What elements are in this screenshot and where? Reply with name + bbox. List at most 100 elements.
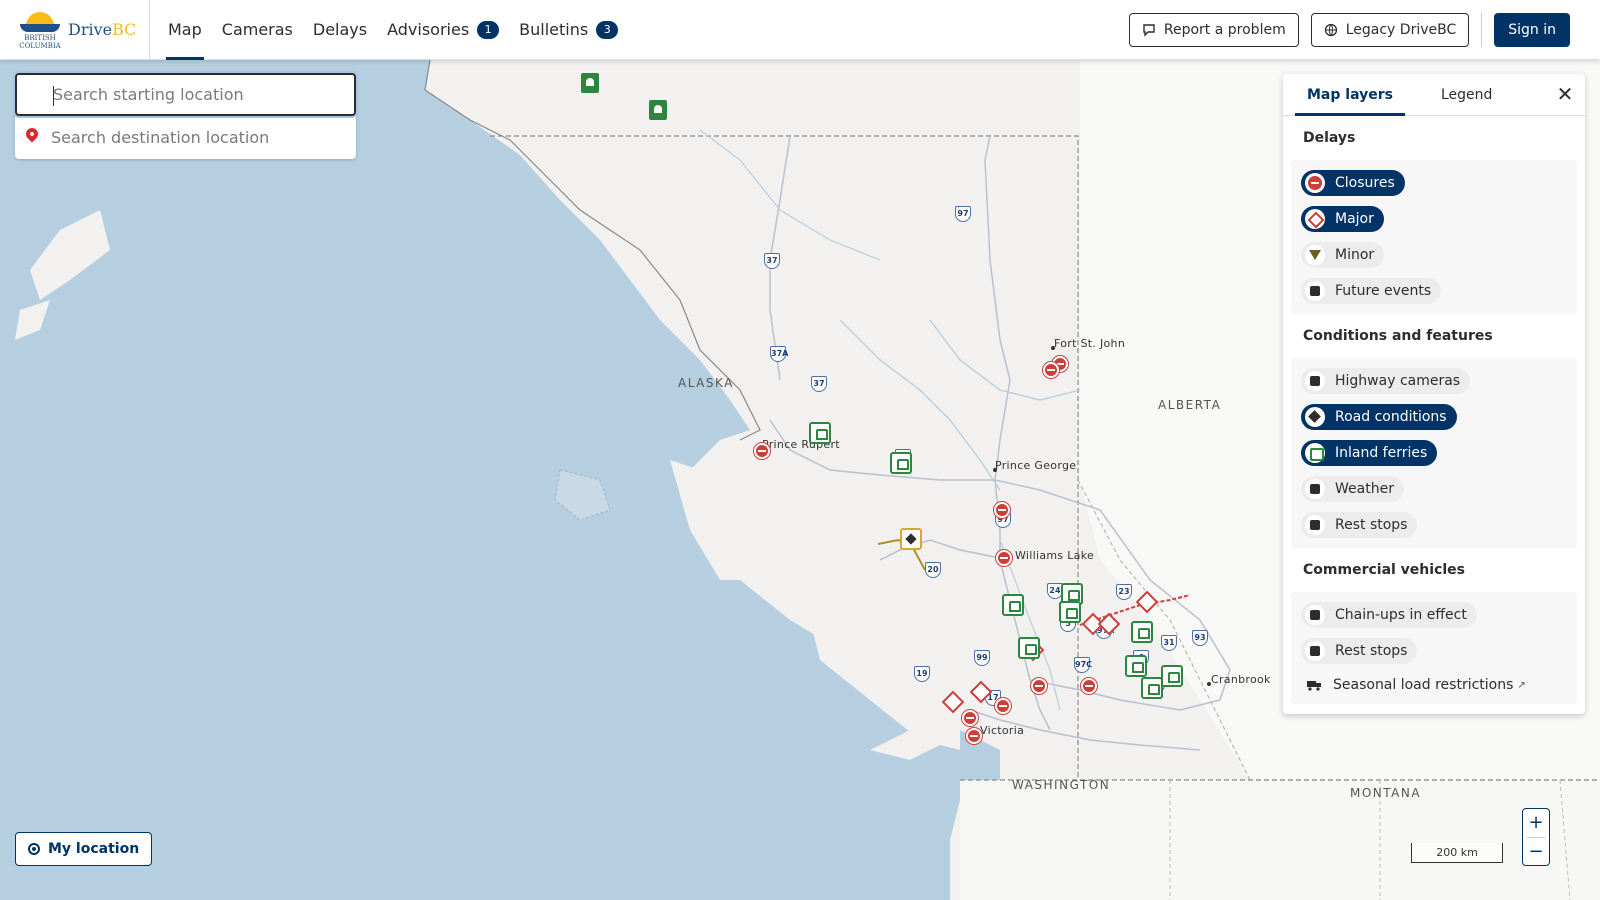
section-title-commercial: Commercial vehicles xyxy=(1303,562,1465,578)
weather-icon xyxy=(1305,479,1325,499)
layer-toggle-highway-cameras[interactable]: Highway cameras xyxy=(1301,368,1471,394)
advisories-count-badge: 1 xyxy=(477,20,500,39)
globe-icon xyxy=(1324,23,1337,36)
place-label-prince-george: Prince George xyxy=(995,459,1077,472)
tab-map-layers[interactable]: Map layers xyxy=(1295,87,1405,116)
map-scale-bar: 200 km xyxy=(1411,843,1503,863)
highway-shield: 37 xyxy=(764,253,780,269)
layer-toggle-closures[interactable]: Closures xyxy=(1301,170,1405,196)
closure-marker[interactable] xyxy=(966,728,982,744)
region-label-alberta: ALBERTA xyxy=(1158,398,1222,412)
closure-marker[interactable] xyxy=(1043,362,1059,378)
highway-shield: 97C xyxy=(1074,657,1092,673)
map-layers-panel: Map layers Legend ✕ Delays Closures Majo… xyxy=(1283,74,1585,714)
closure-marker[interactable] xyxy=(994,502,1010,518)
legacy-drivebc-button[interactable]: Legacy DriveBC xyxy=(1310,12,1470,47)
road-condition-marker[interactable] xyxy=(900,528,922,550)
report-problem-button[interactable]: Report a problem xyxy=(1128,12,1299,47)
bc-government-logo: BRITISH COLUMBIA xyxy=(16,10,64,50)
speech-bubble-icon xyxy=(1143,23,1155,37)
highway-shield: 20 xyxy=(925,562,941,578)
layer-toggle-road-conditions[interactable]: Road conditions xyxy=(1301,404,1457,430)
highway-shield: 37 xyxy=(811,376,827,392)
inland-ferry-marker[interactable] xyxy=(1059,601,1081,623)
external-link-icon: ↗ xyxy=(1517,679,1526,691)
seasonal-load-restrictions-link[interactable]: Seasonal load restrictions ↗ xyxy=(1301,670,1567,700)
route-search: Search starting location Search destinat… xyxy=(15,73,356,159)
top-header: BRITISH COLUMBIA DriveBC Map Cameras Dela… xyxy=(0,0,1600,60)
highway-shield: 93 xyxy=(1192,630,1208,646)
closure-icon xyxy=(1305,173,1325,193)
rest-stop-marker[interactable] xyxy=(649,100,667,120)
highway-shield: 99 xyxy=(974,650,990,666)
layer-toggle-rest-stops[interactable]: Rest stops xyxy=(1301,512,1418,538)
closure-marker[interactable] xyxy=(962,710,978,726)
layer-toggle-future-events[interactable]: Future events xyxy=(1301,278,1442,304)
closure-marker[interactable] xyxy=(754,443,770,459)
place-label-williams-lake: Williams Lake xyxy=(1015,549,1095,562)
nav-cameras[interactable]: Cameras xyxy=(212,0,303,60)
ferry-icon xyxy=(1305,443,1325,463)
inland-ferry-marker[interactable] xyxy=(890,452,912,474)
zoom-out-button[interactable]: − xyxy=(1523,838,1549,866)
panel-tabs: Map layers Legend ✕ xyxy=(1283,74,1585,116)
highway-shield: 19 xyxy=(914,666,930,682)
closure-marker[interactable] xyxy=(995,698,1011,714)
main-nav: Map Cameras Delays Advisories 1 Bulletins… xyxy=(158,0,628,60)
truck-icon xyxy=(1307,681,1321,691)
zoom-in-button[interactable]: + xyxy=(1523,809,1549,837)
inland-ferry-marker[interactable] xyxy=(1125,655,1147,677)
close-icon[interactable]: ✕ xyxy=(1555,84,1575,104)
inland-ferry-marker[interactable] xyxy=(809,422,831,444)
drivebc-logo[interactable]: BRITISH COLUMBIA DriveBC xyxy=(0,0,150,60)
inland-ferry-marker[interactable] xyxy=(1131,621,1153,643)
tab-legend[interactable]: Legend xyxy=(1429,87,1504,115)
sign-in-button[interactable]: Sign in xyxy=(1494,12,1570,47)
layer-toggle-minor[interactable]: Minor xyxy=(1301,242,1385,268)
truck-rest-icon xyxy=(1305,641,1325,661)
calendar-icon xyxy=(1305,281,1325,301)
closure-marker[interactable] xyxy=(996,550,1012,566)
starting-location-input[interactable]: Search starting location xyxy=(15,73,356,116)
layer-toggle-inland-ferries[interactable]: Inland ferries xyxy=(1301,440,1438,466)
place-label-fort-st-john: Fort St. John xyxy=(1054,337,1126,350)
highway-shield: 31 xyxy=(1161,635,1177,651)
region-label-alaska: ALASKA xyxy=(678,376,734,390)
layer-toggle-chain-ups[interactable]: Chain-ups in effect xyxy=(1301,602,1477,628)
map-pin-icon xyxy=(23,125,41,143)
highway-shield: 37A xyxy=(770,346,788,362)
rest-stop-marker[interactable] xyxy=(581,73,599,93)
layer-toggle-major[interactable]: Major xyxy=(1301,206,1384,232)
place-label-cranbrook: Cranbrook xyxy=(1211,673,1271,686)
closure-marker[interactable] xyxy=(1031,678,1047,694)
commercial-layer-group: Chain-ups in effect Rest stops Seasonal … xyxy=(1291,592,1577,704)
rest-stop-icon xyxy=(1305,515,1325,535)
camera-icon xyxy=(1305,371,1325,391)
inland-ferry-marker[interactable] xyxy=(1161,665,1183,687)
section-title-delays: Delays xyxy=(1303,130,1356,146)
bulletins-count-badge: 3 xyxy=(596,20,619,39)
delays-layer-group: Closures Major Minor Future events xyxy=(1291,160,1577,314)
major-delay-icon xyxy=(1305,209,1325,229)
closure-marker[interactable] xyxy=(1081,678,1097,694)
region-label-washington: WASHINGTON xyxy=(1012,778,1111,792)
header-divider xyxy=(1481,12,1483,47)
inland-ferry-marker[interactable] xyxy=(1002,594,1024,616)
inland-ferry-marker[interactable] xyxy=(1141,677,1163,699)
destination-location-input[interactable]: Search destination location xyxy=(15,116,356,159)
nav-delays[interactable]: Delays xyxy=(303,0,377,60)
crosshair-icon xyxy=(28,843,40,855)
text-cursor xyxy=(53,86,54,106)
minor-delay-icon xyxy=(1305,245,1325,265)
nav-advisories[interactable]: Advisories 1 xyxy=(377,0,509,60)
layer-toggle-weather[interactable]: Weather xyxy=(1301,476,1404,502)
my-location-button[interactable]: My location xyxy=(15,832,153,866)
nav-bulletins[interactable]: Bulletins 3 xyxy=(509,0,628,60)
conditions-layer-group: Highway cameras Road conditions Inland f… xyxy=(1291,358,1577,548)
zoom-control: + − xyxy=(1522,808,1550,866)
inland-ferry-marker[interactable] xyxy=(1018,637,1040,659)
place-label-victoria: Victoria xyxy=(980,724,1025,737)
nav-map[interactable]: Map xyxy=(158,0,212,60)
highway-shield: 23 xyxy=(1116,584,1132,600)
layer-toggle-commercial-rest-stops[interactable]: Rest stops xyxy=(1301,638,1418,664)
